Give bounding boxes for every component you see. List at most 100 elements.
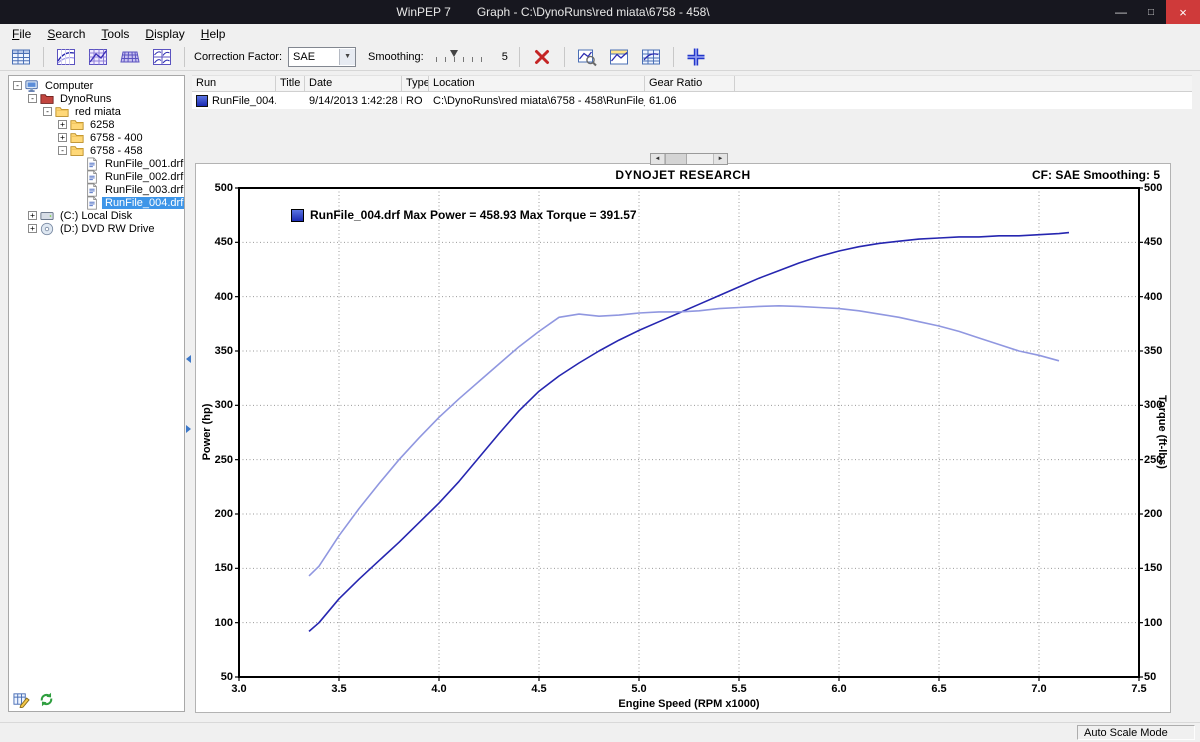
tree-expander-icon[interactable]: + <box>28 211 37 220</box>
refresh-icon <box>38 691 55 708</box>
surface-map-button[interactable] <box>115 44 145 70</box>
cell-location: C:\DynoRuns\red miata\6758 - 458\RunFile… <box>429 95 645 107</box>
tree-panel-tools <box>13 691 55 708</box>
column-header-location[interactable]: Location <box>429 76 645 91</box>
tree-item-6758-400[interactable]: +6758 - 400 <box>9 131 184 144</box>
y-tick-label-right: 100 <box>1144 617 1170 629</box>
tree-item-runfile-004-drf[interactable]: RunFile_004.drf <box>9 196 184 209</box>
tree-expander-icon[interactable]: + <box>58 120 67 129</box>
menu-item-search[interactable]: Search <box>39 26 93 42</box>
tree-item-runfile-002-drf[interactable]: RunFile_002.drf <box>9 170 184 183</box>
red-x-icon <box>532 47 552 67</box>
graph-overlay-button[interactable] <box>83 44 113 70</box>
compare-runs-button[interactable] <box>636 44 666 70</box>
graph-view-icon <box>56 47 76 67</box>
correction-factor-label: Correction Factor: <box>194 51 282 63</box>
cell-date: 9/14/2013 1:42:28 PM <box>305 95 402 107</box>
y-tick-label-left: 350 <box>196 345 233 357</box>
collapse-left-icon[interactable] <box>186 355 191 363</box>
collapse-right-icon[interactable] <box>186 425 191 433</box>
tree-expander-icon[interactable]: - <box>13 81 22 90</box>
tree-item-c-local-disk[interactable]: +(C:) Local Disk <box>9 209 184 222</box>
toolbar: Correction Factor: SAE ▼ Smoothing: 5 <box>0 43 1200 71</box>
scroll-right-icon[interactable]: ► <box>713 154 727 164</box>
tree-item-label: Computer <box>42 80 96 92</box>
menu-item-help[interactable]: Help <box>193 26 234 42</box>
highlight-run-button[interactable] <box>604 44 634 70</box>
compare-runs-icon <box>641 47 661 67</box>
column-header-gear-ratio[interactable]: Gear Ratio <box>645 76 735 91</box>
tree-item-6758-458[interactable]: - 6758 - 458 <box>9 144 184 157</box>
x-tick-label: 4.5 <box>524 683 554 695</box>
title-bar: WinPEP 7Graph - C:\DynoRuns\red miata\67… <box>0 0 1200 24</box>
data-grid-button[interactable] <box>6 44 36 70</box>
tree-item-computer[interactable]: - Computer <box>9 79 184 92</box>
tree-expander-icon[interactable]: - <box>43 107 52 116</box>
close-button[interactable]: × <box>1166 0 1200 24</box>
slider-thumb[interactable] <box>450 50 458 57</box>
edit-runs-button[interactable] <box>13 691 30 708</box>
panel-splitter[interactable] <box>185 75 192 712</box>
tree-expander-icon[interactable]: - <box>58 146 67 155</box>
tree-item-label: DynoRuns <box>57 93 114 105</box>
tree-expander-icon[interactable]: + <box>58 133 67 142</box>
dvd-icon <box>40 222 54 236</box>
y-tick-label-right: 400 <box>1144 291 1170 303</box>
dyno-graph-panel: DYNOJET RESEARCH CF: SAE Smoothing: 5 Ru… <box>195 163 1171 713</box>
y-tick-label-right: 50 <box>1144 671 1170 683</box>
refresh-button[interactable] <box>38 691 55 708</box>
toolbar-separator <box>564 47 565 67</box>
crosshair-icon <box>686 47 706 67</box>
minimize-button[interactable]: — <box>1106 0 1136 24</box>
y-tick-label-left: 250 <box>196 454 233 466</box>
tree-expander-icon[interactable]: - <box>28 94 37 103</box>
table-row[interactable]: RunFile_004.drf9/14/2013 1:42:28 PMROC:\… <box>192 92 1192 109</box>
correction-factor-value: SAE <box>289 51 339 63</box>
edit-runs-icon <box>13 691 30 708</box>
series-color-swatch <box>291 209 304 222</box>
column-header-title[interactable]: Title <box>276 76 305 91</box>
maximize-button[interactable]: □ <box>1136 0 1166 24</box>
column-header-date[interactable]: Date <box>305 76 402 91</box>
tree-item-dynoruns[interactable]: - DynoRuns <box>9 92 184 105</box>
column-header-run[interactable]: Run <box>192 76 276 91</box>
file-icon <box>85 157 99 171</box>
x-tick-label: 4.0 <box>424 683 454 695</box>
tree-item-d-dvd-rw-drive[interactable]: +(D:) DVD RW Drive <box>9 222 184 235</box>
file-icon <box>85 183 99 197</box>
smoothing-slider[interactable] <box>434 50 492 64</box>
tree-item-runfile-001-drf[interactable]: RunFile_001.drf <box>9 157 184 170</box>
menu-item-display[interactable]: Display <box>137 26 192 42</box>
y-tick-label-right: 300 <box>1144 399 1170 411</box>
tree-item-runfile-003-drf[interactable]: RunFile_003.drf <box>9 183 184 196</box>
chart-cf-annotation: CF: SAE Smoothing: 5 <box>1032 168 1160 182</box>
correction-factor-select[interactable]: SAE ▼ <box>288 47 356 67</box>
tree-expander-icon[interactable]: + <box>28 224 37 233</box>
chevron-down-icon: ▼ <box>339 49 355 65</box>
column-header-type[interactable]: Type <box>402 76 429 91</box>
toolbar-separator <box>673 47 674 67</box>
multi-graph-button[interactable] <box>147 44 177 70</box>
menu-item-tools[interactable]: Tools <box>93 26 137 42</box>
multi-graph-icon <box>152 47 172 67</box>
tree-item-6258[interactable]: +6258 <box>9 118 184 131</box>
y-tick-label-right: 350 <box>1144 345 1170 357</box>
crosshair-button[interactable] <box>681 44 711 70</box>
x-tick-label: 3.0 <box>224 683 254 695</box>
graph-horizontal-scrollbar[interactable]: ◄ ► <box>650 153 728 165</box>
menu-item-file[interactable]: File <box>4 26 39 42</box>
zoom-graph-button[interactable] <box>572 44 602 70</box>
x-tick-label: 5.0 <box>624 683 654 695</box>
close-graph-button[interactable] <box>527 44 557 70</box>
y-tick-label-left: 300 <box>196 399 233 411</box>
scrollbar-thumb[interactable] <box>665 154 687 164</box>
tree-item-red-miata[interactable]: -red miata <box>9 105 184 118</box>
tree-item-label: 6758 - 458 <box>87 145 146 157</box>
graph-view-button[interactable] <box>51 44 81 70</box>
y-tick-label-left: 150 <box>196 562 233 574</box>
toolbar-separator <box>43 47 44 67</box>
chart-legend: RunFile_004.drf Max Power = 458.93 Max T… <box>291 208 637 222</box>
scroll-left-icon[interactable]: ◄ <box>651 154 665 164</box>
cell-type: RO <box>402 95 429 107</box>
y-tick-label-right: 250 <box>1144 454 1170 466</box>
